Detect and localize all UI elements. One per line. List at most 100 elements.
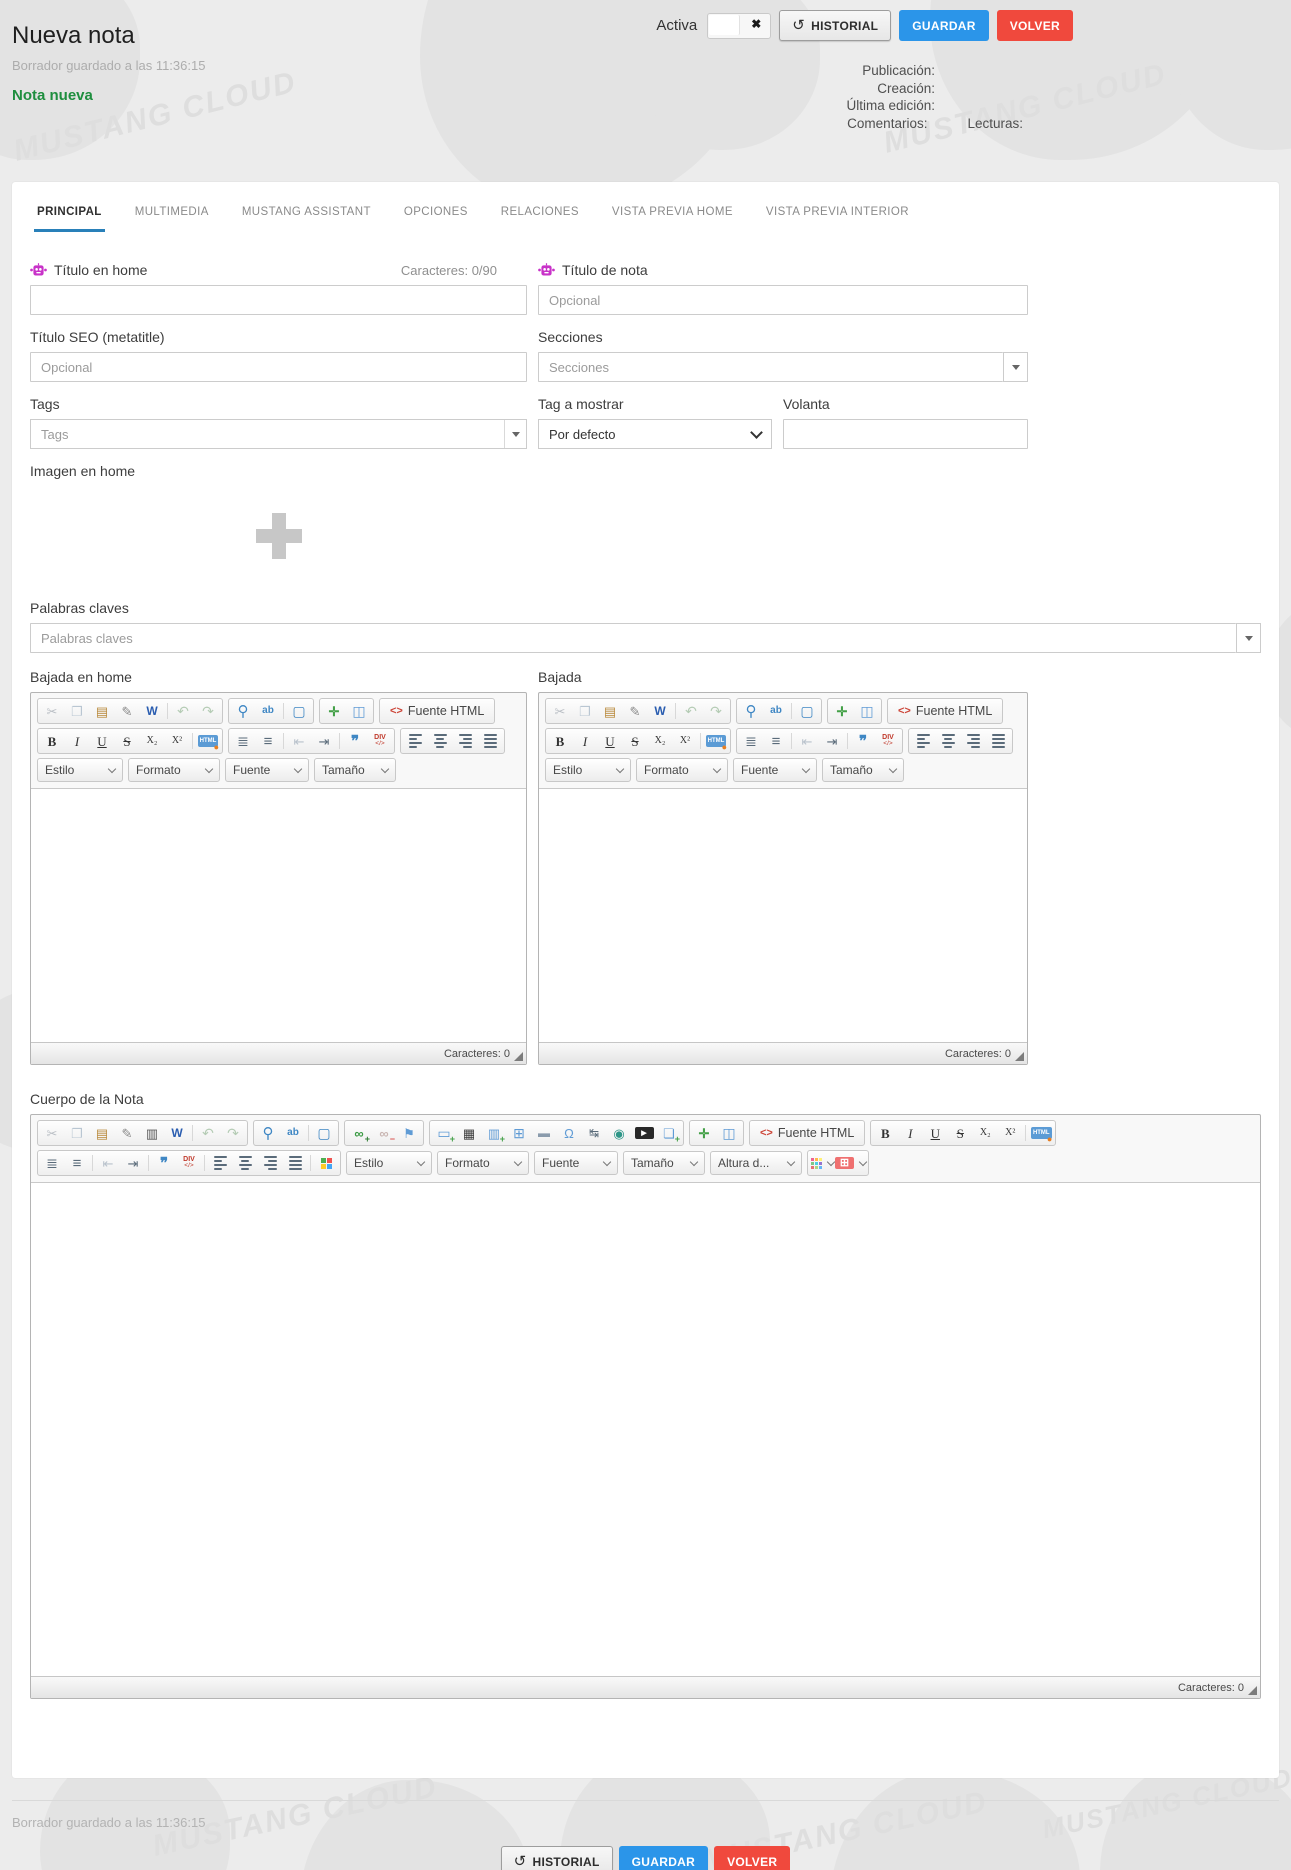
fuente-select[interactable]: Fuente bbox=[225, 758, 309, 782]
blockquote-button[interactable]: ❞ bbox=[152, 1152, 176, 1174]
tab-multimedia[interactable]: MULTIMEDIA bbox=[132, 198, 212, 232]
align-justify-button[interactable] bbox=[478, 730, 502, 752]
tab-mustang-assistant[interactable]: MUSTANG ASSISTANT bbox=[239, 198, 374, 232]
cut-button[interactable]: ✂ bbox=[548, 700, 572, 722]
copy-button[interactable]: ❐ bbox=[573, 700, 597, 722]
subscript-button[interactable]: X₂ bbox=[140, 730, 164, 752]
indent-button[interactable]: ⇥ bbox=[312, 730, 336, 752]
altura-select[interactable]: Altura d... bbox=[710, 1151, 802, 1175]
paste-button[interactable]: ▤ bbox=[90, 700, 114, 722]
media-image-button[interactable]: ❏+ bbox=[657, 1122, 681, 1144]
paste-word-button[interactable]: W bbox=[648, 700, 672, 722]
find-button[interactable]: ⚲ bbox=[739, 700, 763, 722]
numbered-list-button[interactable]: ≣ bbox=[739, 730, 763, 752]
fuente-html-button[interactable]: <>Fuente HTML bbox=[890, 700, 1000, 722]
youtube-button[interactable]: ▶ bbox=[632, 1122, 656, 1144]
align-left-button[interactable] bbox=[403, 730, 427, 752]
redo-button[interactable]: ↷ bbox=[221, 1122, 245, 1144]
paste-text-button[interactable]: ✎ bbox=[115, 700, 139, 722]
indent-button[interactable]: ⇥ bbox=[820, 730, 844, 752]
underline-button[interactable]: U bbox=[90, 730, 114, 752]
maximize-button[interactable]: ✛ bbox=[830, 700, 854, 722]
page-break-button[interactable]: ↹ bbox=[582, 1122, 606, 1144]
cut-button[interactable]: ✂ bbox=[40, 1122, 64, 1144]
color-grid-button[interactable] bbox=[810, 1152, 834, 1174]
image-button[interactable]: ▭+ bbox=[432, 1122, 456, 1144]
titulo-home-input[interactable] bbox=[30, 285, 527, 315]
formato-select[interactable]: Formato bbox=[636, 758, 728, 782]
undo-button[interactable]: ↶ bbox=[679, 700, 703, 722]
secciones-input[interactable] bbox=[538, 352, 1003, 382]
align-right-button[interactable] bbox=[258, 1152, 282, 1174]
bold-button[interactable]: B bbox=[873, 1122, 897, 1144]
align-justify-button[interactable] bbox=[283, 1152, 307, 1174]
outdent-button[interactable]: ⇤ bbox=[795, 730, 819, 752]
horizontal-rule-button[interactable]: ▬ bbox=[532, 1122, 556, 1144]
superscript-button[interactable]: X² bbox=[165, 730, 189, 752]
undo-button[interactable]: ↶ bbox=[196, 1122, 220, 1144]
formato-select[interactable]: Formato bbox=[437, 1151, 529, 1175]
underline-button[interactable]: U bbox=[598, 730, 622, 752]
unlink-button[interactable]: ∞− bbox=[372, 1122, 396, 1144]
blockquote-button[interactable]: ❞ bbox=[851, 730, 875, 752]
resize-handle[interactable] bbox=[514, 1052, 523, 1061]
tags-dropdown-button[interactable] bbox=[505, 432, 526, 437]
blockquote-button[interactable]: ❞ bbox=[343, 730, 367, 752]
align-right-button[interactable] bbox=[453, 730, 477, 752]
clean-html-button[interactable]: HTML● bbox=[196, 730, 220, 752]
estilo-select[interactable]: Estilo bbox=[346, 1151, 432, 1175]
clean-html-button[interactable]: HTML● bbox=[704, 730, 728, 752]
italic-button[interactable]: I bbox=[898, 1122, 922, 1144]
copy-button[interactable]: ❐ bbox=[65, 700, 89, 722]
find-button[interactable]: ⚲ bbox=[231, 700, 255, 722]
maximize-button[interactable]: ✛ bbox=[692, 1122, 716, 1144]
tab-opciones[interactable]: OPCIONES bbox=[401, 198, 471, 232]
paste-text-button[interactable]: ✎ bbox=[115, 1122, 139, 1144]
bold-button[interactable]: B bbox=[548, 730, 572, 752]
align-center-button[interactable] bbox=[233, 1152, 257, 1174]
estilo-select[interactable]: Estilo bbox=[545, 758, 631, 782]
tag-mostrar-select[interactable]: Por defecto bbox=[538, 419, 772, 449]
redo-button[interactable]: ↷ bbox=[196, 700, 220, 722]
numbered-list-button[interactable]: ≣ bbox=[40, 1152, 64, 1174]
table-button[interactable]: ⊞ bbox=[507, 1122, 531, 1144]
align-justify-button[interactable] bbox=[986, 730, 1010, 752]
anchor-button[interactable]: ⚑ bbox=[397, 1122, 421, 1144]
outdent-button[interactable]: ⇤ bbox=[96, 1152, 120, 1174]
undo-button[interactable]: ↶ bbox=[171, 700, 195, 722]
div-container-button[interactable]: DIV</> bbox=[368, 730, 392, 752]
palabras-claves-input[interactable] bbox=[30, 623, 1236, 653]
resize-handle[interactable] bbox=[1015, 1052, 1024, 1061]
replace-button[interactable]: ab bbox=[764, 700, 788, 722]
volver-button[interactable]: VOLVER bbox=[997, 10, 1073, 41]
italic-button[interactable]: I bbox=[65, 730, 89, 752]
underline-button[interactable]: U bbox=[923, 1122, 947, 1144]
superscript-button[interactable]: X² bbox=[673, 730, 697, 752]
footer-historial-button[interactable]: ↺ HISTORIAL bbox=[501, 1846, 613, 1870]
select-all-button[interactable]: ▢ bbox=[795, 700, 819, 722]
tags-select[interactable]: Tags bbox=[30, 419, 527, 449]
tamano-select[interactable]: Tamaño bbox=[623, 1151, 705, 1175]
div-container-button[interactable]: DIV</> bbox=[876, 730, 900, 752]
replace-button[interactable]: ab bbox=[281, 1122, 305, 1144]
footer-guardar-button[interactable]: GUARDAR bbox=[619, 1846, 708, 1870]
tamano-select[interactable]: Tamaño bbox=[822, 758, 904, 782]
outdent-button[interactable]: ⇤ bbox=[287, 730, 311, 752]
align-center-button[interactable] bbox=[428, 730, 452, 752]
strike-button[interactable]: S bbox=[115, 730, 139, 752]
show-blocks-button[interactable]: ◫ bbox=[717, 1122, 741, 1144]
copy-button[interactable]: ❐ bbox=[65, 1122, 89, 1144]
clean-html-button[interactable]: HTML● bbox=[1029, 1122, 1053, 1144]
table-red-button[interactable]: ⊞ bbox=[835, 1152, 866, 1174]
iframe-globe-button[interactable]: ◉ bbox=[607, 1122, 631, 1144]
tab-relaciones[interactable]: RELACIONES bbox=[498, 198, 582, 232]
bulleted-list-button[interactable]: ≡ bbox=[65, 1152, 89, 1174]
link-button[interactable]: ∞+ bbox=[347, 1122, 371, 1144]
titulo-nota-input[interactable] bbox=[538, 285, 1028, 315]
align-center-button[interactable] bbox=[936, 730, 960, 752]
show-blocks-button[interactable]: ◫ bbox=[855, 700, 879, 722]
indent-button[interactable]: ⇥ bbox=[121, 1152, 145, 1174]
align-right-button[interactable] bbox=[961, 730, 985, 752]
div-container-button[interactable]: DIV</> bbox=[177, 1152, 201, 1174]
fuente-html-button[interactable]: <>Fuente HTML bbox=[382, 700, 492, 722]
